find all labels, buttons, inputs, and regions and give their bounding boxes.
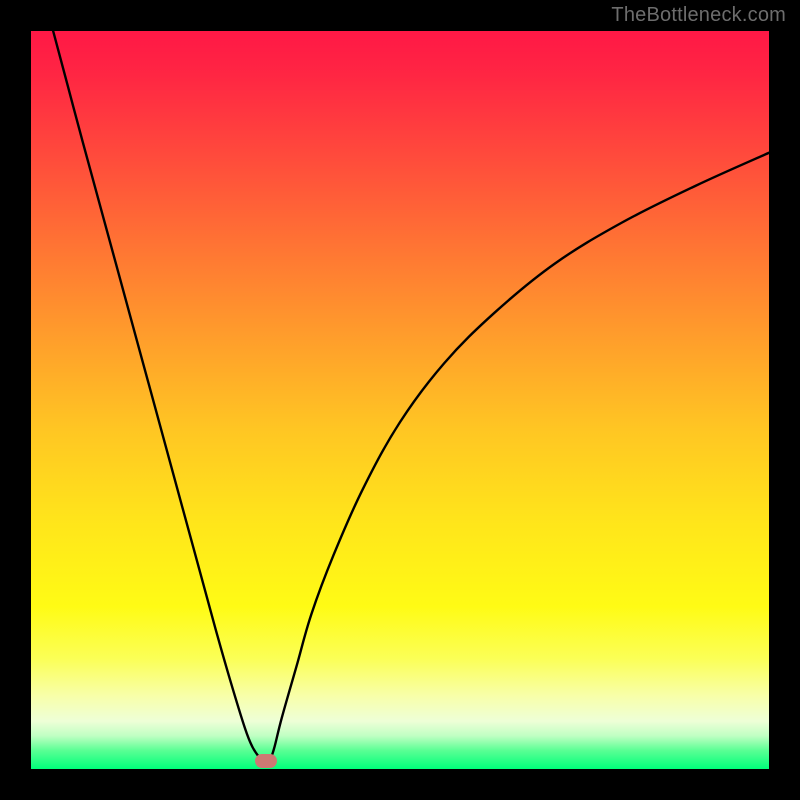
chart-frame: TheBottleneck.com [0,0,800,800]
optimum-marker [255,754,277,768]
bottleneck-curve [31,31,769,769]
watermark-text: TheBottleneck.com [611,4,786,27]
plot-area [31,31,769,769]
